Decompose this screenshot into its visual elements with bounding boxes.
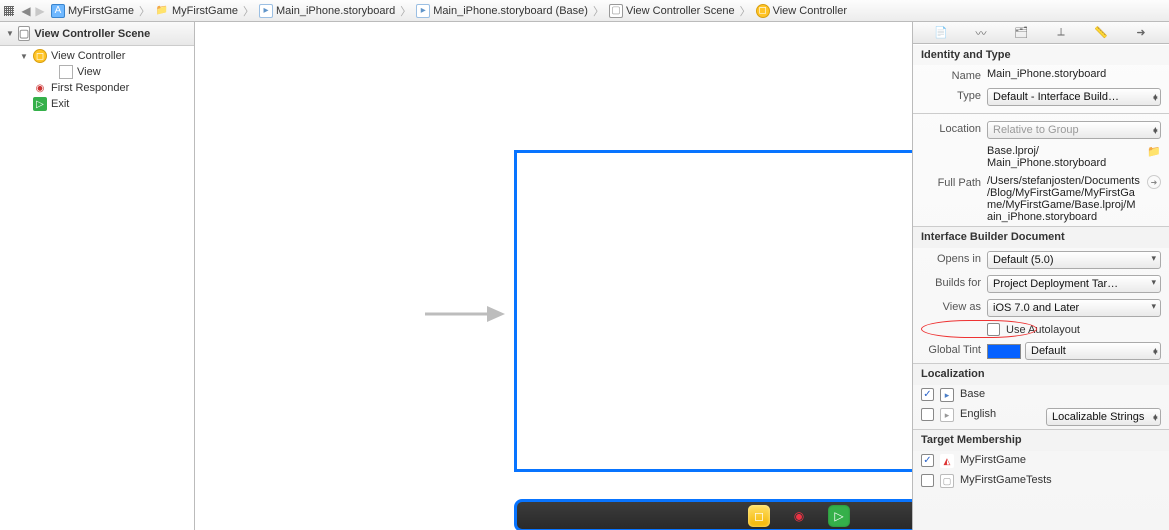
viewcontroller-icon: ◻ xyxy=(756,4,770,18)
crumb-storyboard[interactable]: ▸ Main_iPhone.storyboard xyxy=(256,4,398,18)
crumb-project[interactable]: A MyFirstGame xyxy=(48,4,137,18)
chevron-right-icon: 〉 xyxy=(139,3,150,19)
crumb-label: Main_iPhone.storyboard xyxy=(276,5,395,17)
chevron-right-icon: 〉 xyxy=(243,3,254,19)
inspector-panel: 📄 〰 🗂 ⟂ 📏 ➜ Identity and Type Name Main_… xyxy=(912,22,1169,530)
section-localization: Localization xyxy=(913,363,1169,385)
project-icon: A xyxy=(51,4,65,18)
folder-icon: 📁 xyxy=(155,4,169,18)
label-use-autolayout: Use Autolayout xyxy=(1006,323,1080,336)
checkbox-base[interactable] xyxy=(921,388,934,401)
node-label: First Responder xyxy=(51,82,129,94)
node-label: View Controller xyxy=(51,50,125,62)
document-outline: ▢ View Controller Scene ▼ ◻ View Control… xyxy=(0,22,195,530)
related-items-icon[interactable] xyxy=(4,6,14,16)
value-fullpath: /Users/stefanjosten/Documents/Blog/MyFir… xyxy=(987,175,1141,223)
crumb-label: MyFirstGame xyxy=(172,5,238,17)
exit-icon: ▷ xyxy=(33,97,47,111)
chevron-right-icon: 〉 xyxy=(740,3,751,19)
chevron-right-icon: 〉 xyxy=(400,3,411,19)
tab-file-inspector[interactable]: 📄 xyxy=(932,25,950,41)
canvas[interactable]: ◻ ◉ ▷ xyxy=(195,22,912,530)
checkbox-target-1[interactable] xyxy=(921,454,934,467)
label-builds-for: Builds for xyxy=(921,275,981,289)
tab-identity[interactable]: 🗂 xyxy=(1012,25,1030,41)
label-name: Name xyxy=(921,68,981,82)
tree-node-view[interactable]: View xyxy=(0,64,194,80)
select-location[interactable]: Relative to Group xyxy=(987,121,1161,139)
node-label: View xyxy=(77,66,101,78)
section-identity: Identity and Type xyxy=(913,44,1169,65)
tests-icon: ▢ xyxy=(940,474,954,488)
color-swatch[interactable] xyxy=(987,344,1021,359)
label-view-as: View as xyxy=(921,299,981,313)
checkbox-use-autolayout[interactable] xyxy=(987,323,1000,336)
app-icon: ◭ xyxy=(940,454,954,468)
label-type: Type xyxy=(921,88,981,102)
select-opens-in[interactable]: Default (5.0) xyxy=(987,251,1161,269)
select-global-tint[interactable]: Default xyxy=(1025,342,1161,360)
breadcrumb-bar: ◀ ▶ A MyFirstGame 〉 📁 MyFirstGame 〉 ▸ Ma… xyxy=(0,0,1169,22)
tab-connections[interactable]: ➜ xyxy=(1132,25,1150,41)
outline-header[interactable]: ▢ View Controller Scene xyxy=(0,22,194,46)
nav-back-button[interactable]: ◀ xyxy=(20,4,32,18)
tab-quick-help[interactable]: 〰 xyxy=(972,25,990,41)
disclosure-triangle[interactable]: ▼ xyxy=(20,52,29,61)
checkbox-target-2[interactable] xyxy=(921,474,934,487)
tree-node-first-responder[interactable]: ◉ First Responder xyxy=(0,80,194,96)
tab-attributes[interactable]: ⟂ xyxy=(1052,25,1070,41)
scene-icon: ▢ xyxy=(18,26,30,41)
file-icon: ▸ xyxy=(940,408,954,422)
label-target-1: MyFirstGame xyxy=(960,454,1026,466)
tab-size[interactable]: 📏 xyxy=(1092,25,1110,41)
label-global-tint: Global Tint xyxy=(921,342,981,356)
storyboard-icon: ▸ xyxy=(259,4,273,18)
crumb-folder[interactable]: 📁 MyFirstGame xyxy=(152,4,241,18)
crumb-label: View Controller Scene xyxy=(626,5,735,17)
select-builds-for[interactable]: Project Deployment Tar… xyxy=(987,275,1161,293)
tree-node-viewcontroller[interactable]: ▼ ◻ View Controller xyxy=(0,48,194,64)
outline-title: View Controller Scene xyxy=(34,28,150,40)
label-target-2: MyFirstGameTests xyxy=(960,474,1052,486)
select-type[interactable]: Default - Interface Build… xyxy=(987,88,1161,106)
nav-forward-button: ▶ xyxy=(34,4,46,18)
viewcontroller-icon: ◻ xyxy=(33,49,47,63)
chevron-right-icon: 〉 xyxy=(593,3,604,19)
reveal-in-finder-button[interactable]: ➜ xyxy=(1147,175,1161,189)
first-responder-icon: ◉ xyxy=(33,81,47,95)
crumb-label: MyFirstGame xyxy=(68,5,134,17)
dock-exit-button[interactable]: ▷ xyxy=(828,505,850,527)
crumb-label: Main_iPhone.storyboard (Base) xyxy=(433,5,588,17)
value-name[interactable]: Main_iPhone.storyboard xyxy=(987,68,1161,80)
dock-first-responder-button[interactable]: ◉ xyxy=(788,505,810,527)
scene-dock: ◻ ◉ ▷ xyxy=(514,499,912,530)
location-path: Base.lproj/ Main_iPhone.storyboard xyxy=(987,145,1141,169)
crumb-storyboard-base[interactable]: ▸ Main_iPhone.storyboard (Base) xyxy=(413,4,591,18)
select-localization-mode[interactable]: Localizable Strings xyxy=(1046,408,1161,426)
view-controller-canvas[interactable] xyxy=(514,150,912,472)
dock-viewcontroller-button[interactable]: ◻ xyxy=(748,505,770,527)
label-opens-in: Opens in xyxy=(921,251,981,265)
label-base: Base xyxy=(960,388,985,400)
node-label: Exit xyxy=(51,98,69,110)
inspector-tabs: 📄 〰 🗂 ⟂ 📏 ➜ xyxy=(913,22,1169,44)
label-location: Location xyxy=(921,121,981,135)
view-icon xyxy=(59,65,73,79)
select-view-as[interactable]: iOS 7.0 and Later xyxy=(987,299,1161,317)
crumb-scene[interactable]: ▢ View Controller Scene xyxy=(606,4,738,18)
scene-icon: ▢ xyxy=(609,4,623,18)
main-area: ▢ View Controller Scene ▼ ◻ View Control… xyxy=(0,22,1169,530)
crumb-label: View Controller xyxy=(773,5,847,17)
folder-icon[interactable]: 📁 xyxy=(1147,145,1161,159)
initial-controller-arrow[interactable] xyxy=(425,304,505,324)
storyboard-icon: ▸ xyxy=(940,388,954,402)
label-english: English xyxy=(960,408,996,420)
checkbox-english[interactable] xyxy=(921,408,934,421)
tree-node-exit[interactable]: ▷ Exit xyxy=(0,96,194,112)
label-fullpath: Full Path xyxy=(921,175,981,189)
crumb-viewcontroller[interactable]: ◻ View Controller xyxy=(753,4,850,18)
section-ibdoc: Interface Builder Document xyxy=(913,226,1169,248)
section-target-membership: Target Membership xyxy=(913,429,1169,451)
storyboard-icon: ▸ xyxy=(416,4,430,18)
